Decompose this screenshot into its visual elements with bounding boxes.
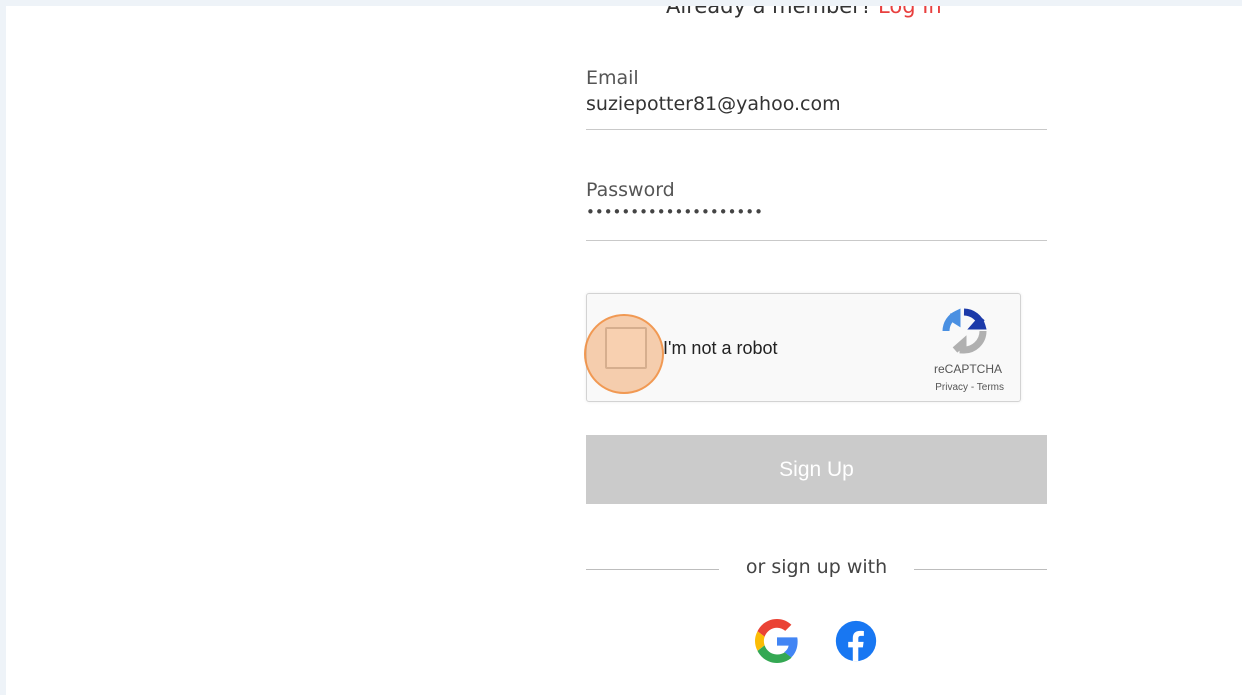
facebook-icon[interactable] bbox=[834, 619, 878, 663]
email-input[interactable]: suziepotter81@yahoo.com bbox=[586, 93, 1047, 115]
login-link[interactable]: Log In bbox=[878, 6, 942, 18]
link-separator: - bbox=[968, 382, 977, 393]
recaptcha-checkbox[interactable] bbox=[605, 327, 647, 369]
password-input[interactable]: •••••••••••••••••••• bbox=[586, 203, 1047, 221]
or-divider: or sign up with bbox=[586, 556, 1047, 582]
recaptcha-logo-icon bbox=[942, 308, 987, 354]
already-member-line: Already a member? Log In bbox=[666, 6, 942, 18]
google-icon[interactable] bbox=[755, 619, 799, 663]
email-label: Email bbox=[586, 67, 639, 89]
recaptcha-widget: I'm not a robot reCAPTCHA Privacy - Term… bbox=[586, 293, 1021, 402]
divider-line-right bbox=[914, 569, 1047, 570]
divider-text: or sign up with bbox=[745, 556, 888, 578]
signup-page: Already a member? Log In Email suziepotte… bbox=[6, 6, 1242, 695]
privacy-link[interactable]: Privacy bbox=[935, 382, 968, 393]
member-prompt: Already a member? bbox=[666, 6, 873, 18]
recaptcha-links: Privacy - Terms bbox=[935, 382, 1004, 393]
email-field[interactable]: Email suziepotter81@yahoo.com bbox=[586, 67, 1047, 130]
recaptcha-label: I'm not a robot bbox=[663, 338, 778, 358]
terms-link[interactable]: Terms bbox=[977, 382, 1004, 393]
sign-up-button[interactable]: Sign Up bbox=[586, 435, 1047, 504]
password-field[interactable]: Password •••••••••••••••••••• bbox=[586, 179, 1047, 241]
password-label: Password bbox=[586, 179, 675, 201]
recaptcha-brand: reCAPTCHA bbox=[933, 362, 1002, 376]
